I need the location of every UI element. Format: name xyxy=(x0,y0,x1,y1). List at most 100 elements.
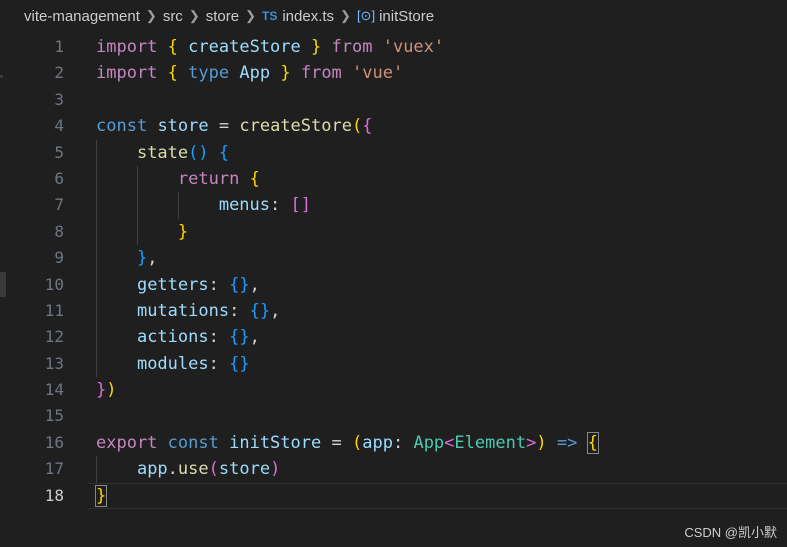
code-line[interactable]: 6 return { xyxy=(0,165,787,193)
line-number: 6 xyxy=(54,168,64,188)
current-line-highlight xyxy=(88,482,787,510)
code-token: : xyxy=(208,274,219,295)
code-text: }) xyxy=(96,377,117,403)
code-token: menus xyxy=(218,195,271,216)
line-number: 18 xyxy=(44,485,64,505)
code-token: ( xyxy=(208,459,219,480)
code-line[interactable]: 11 mutations: {}, xyxy=(0,297,787,325)
code-token: } xyxy=(177,221,189,242)
line-number: 4 xyxy=(54,116,64,136)
breadcrumb-folder-store[interactable]: store xyxy=(206,8,239,25)
code-token: , xyxy=(249,274,260,295)
line-number: 12 xyxy=(44,327,64,347)
code-line[interactable]: 8 } xyxy=(0,218,787,246)
code-line[interactable]: 4 const store = createStore({ xyxy=(0,113,787,139)
breadcrumb-folder-src[interactable]: src xyxy=(163,8,183,25)
code-editor[interactable]: 1 import { createStore } from 'vuex' 2 impo… xyxy=(0,34,787,510)
line-number: 15 xyxy=(44,406,64,426)
code-line[interactable]: 2 import { type App } from 'vue' xyxy=(0,60,787,86)
code-line[interactable]: 3 xyxy=(0,87,787,113)
code-token: modules xyxy=(136,353,209,374)
code-line[interactable]: 7 menus: [] xyxy=(0,192,787,219)
code-line[interactable]: 14}) xyxy=(0,377,787,403)
code-token: {} xyxy=(229,327,250,348)
code-token: => xyxy=(556,432,578,453)
code-token: from xyxy=(300,63,342,84)
code-line[interactable]: 1 import { createStore } from 'vuex' xyxy=(0,34,787,60)
code-line[interactable]: 9 }, xyxy=(0,245,787,272)
code-text: mutations: {}, xyxy=(96,298,280,324)
code-token: < xyxy=(444,432,455,453)
code-token: 'vue' xyxy=(352,63,404,84)
code-token: 'vuex' xyxy=(382,37,445,57)
code-token: { xyxy=(218,142,230,163)
code-text: return { xyxy=(96,166,260,192)
code-line[interactable]: 5 state() { xyxy=(0,139,787,166)
code-token: ) xyxy=(536,432,547,453)
code-line[interactable]: 16 export const initStore = (app: App<Ele… xyxy=(0,430,787,456)
line-number: 13 xyxy=(44,353,64,373)
code-token: import xyxy=(96,37,158,57)
code-text: export const initStore = (app: App<Eleme… xyxy=(96,430,599,456)
code-line[interactable]: 17 app.use(store) xyxy=(0,456,787,483)
line-number: 1 xyxy=(54,37,64,56)
code-token: {} xyxy=(229,274,250,295)
breadcrumb-project[interactable]: vite-management xyxy=(24,8,140,25)
code-token: use xyxy=(177,459,209,480)
code-line[interactable]: 18} xyxy=(0,482,787,510)
code-token: ( xyxy=(351,116,363,137)
code-text: }, xyxy=(96,245,158,271)
line-number: 17 xyxy=(44,459,64,479)
breadcrumb-file[interactable]: index.ts xyxy=(282,8,334,25)
line-number: 14 xyxy=(44,380,64,400)
code-token: { xyxy=(167,63,178,84)
code-line[interactable]: 15 xyxy=(0,403,787,429)
code-token: const xyxy=(96,116,148,137)
code-token: , xyxy=(147,248,158,269)
code-token: type xyxy=(188,63,230,84)
line-number: 5 xyxy=(54,142,64,162)
code-token: , xyxy=(249,327,260,348)
code-token: : xyxy=(392,432,404,453)
code-token: = xyxy=(218,116,230,137)
code-token: export xyxy=(96,432,158,453)
code-text: actions: {}, xyxy=(96,324,260,350)
code-text: state() { xyxy=(96,140,229,166)
code-line[interactable]: 10 getters: {}, xyxy=(0,271,787,298)
code-token: getters xyxy=(136,274,209,295)
code-text: modules: {} xyxy=(96,351,250,377)
code-token: const xyxy=(167,432,219,453)
code-line[interactable]: 12 actions: {}, xyxy=(0,324,787,351)
code-line[interactable]: 13 modules: {} xyxy=(0,350,787,378)
chevron-right-icon: ❯ xyxy=(340,8,351,23)
breadcrumb-symbol[interactable]: initStore xyxy=(379,8,434,25)
code-token: Element xyxy=(454,432,527,453)
code-text: import { type App } from 'vue' xyxy=(96,60,403,86)
watermark: CSDN @凯小默 xyxy=(684,525,777,540)
code-text: } xyxy=(94,483,108,509)
code-token: } xyxy=(96,380,107,401)
